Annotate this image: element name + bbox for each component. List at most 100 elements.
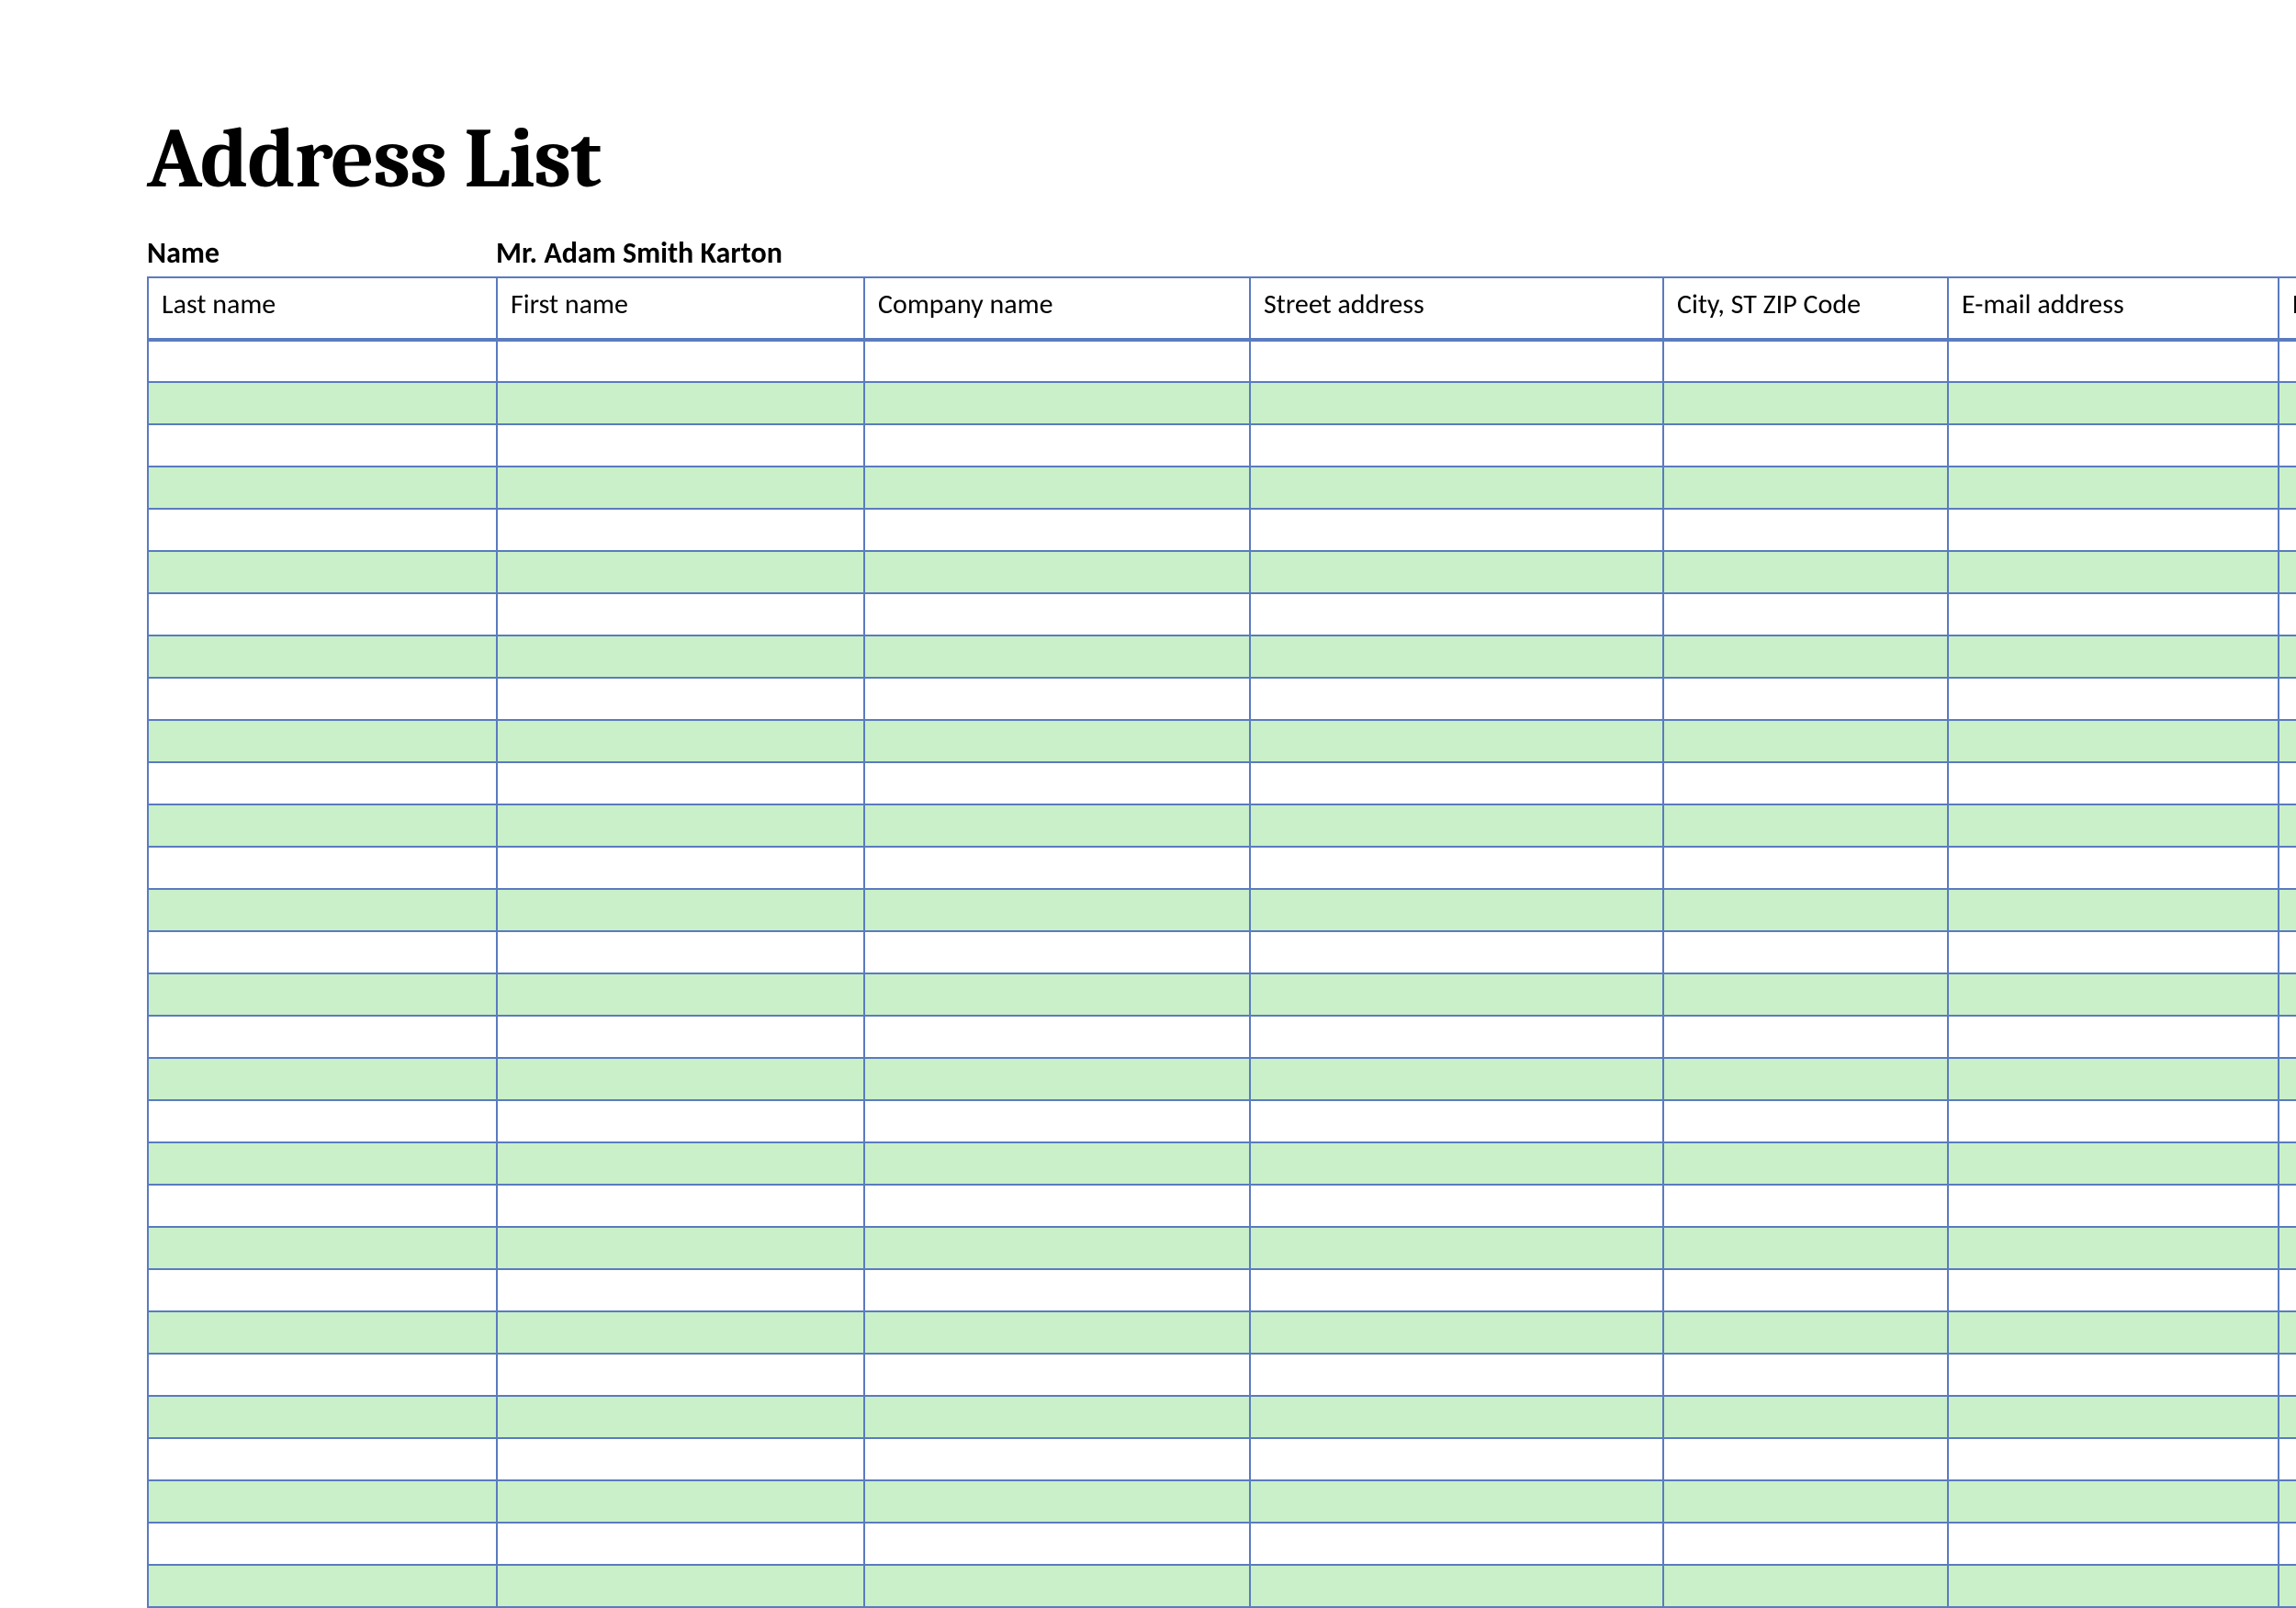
- table-cell[interactable]: [497, 1016, 864, 1058]
- table-cell[interactable]: [1250, 1016, 1663, 1058]
- table-cell[interactable]: [2279, 889, 2296, 931]
- table-cell[interactable]: [864, 1227, 1250, 1269]
- table-cell[interactable]: [864, 1100, 1250, 1142]
- table-cell[interactable]: [1250, 1480, 1663, 1523]
- table-cell[interactable]: [497, 593, 864, 635]
- table-cell[interactable]: [1663, 1058, 1948, 1100]
- table-cell[interactable]: [2279, 931, 2296, 973]
- table-cell[interactable]: [1663, 1565, 1948, 1607]
- table-cell[interactable]: [497, 1523, 864, 1565]
- table-cell[interactable]: [148, 1523, 497, 1565]
- table-cell[interactable]: [864, 1523, 1250, 1565]
- table-cell[interactable]: [1948, 720, 2279, 762]
- table-cell[interactable]: [864, 720, 1250, 762]
- table-cell[interactable]: [2279, 847, 2296, 889]
- table-cell[interactable]: [1663, 593, 1948, 635]
- table-cell[interactable]: [864, 1185, 1250, 1227]
- table-cell[interactable]: [148, 1354, 497, 1396]
- table-cell[interactable]: [148, 382, 497, 424]
- table-cell[interactable]: [1663, 1480, 1948, 1523]
- table-cell[interactable]: [1663, 1269, 1948, 1311]
- table-cell[interactable]: [1948, 1354, 2279, 1396]
- table-cell[interactable]: [497, 804, 864, 847]
- table-cell[interactable]: [148, 424, 497, 467]
- table-cell[interactable]: [864, 1269, 1250, 1311]
- table-cell[interactable]: [497, 1396, 864, 1438]
- table-cell[interactable]: [1250, 1058, 1663, 1100]
- table-cell[interactable]: [1948, 340, 2279, 382]
- table-cell[interactable]: [864, 593, 1250, 635]
- table-cell[interactable]: [1948, 1100, 2279, 1142]
- table-cell[interactable]: [2279, 973, 2296, 1016]
- table-cell[interactable]: [148, 678, 497, 720]
- table-cell[interactable]: [497, 1269, 864, 1311]
- table-cell[interactable]: [497, 1185, 864, 1227]
- table-cell[interactable]: [2279, 340, 2296, 382]
- table-cell[interactable]: [1250, 931, 1663, 973]
- table-cell[interactable]: [864, 635, 1250, 678]
- table-cell[interactable]: [497, 1565, 864, 1607]
- table-cell[interactable]: [148, 1269, 497, 1311]
- table-cell[interactable]: [1663, 1100, 1948, 1142]
- table-cell[interactable]: [2279, 1185, 2296, 1227]
- table-cell[interactable]: [148, 1058, 497, 1100]
- table-cell[interactable]: [2279, 509, 2296, 551]
- table-cell[interactable]: [1948, 1269, 2279, 1311]
- table-cell[interactable]: [497, 424, 864, 467]
- table-cell[interactable]: [1663, 1227, 1948, 1269]
- table-cell[interactable]: [1250, 889, 1663, 931]
- table-cell[interactable]: [497, 635, 864, 678]
- table-cell[interactable]: [497, 551, 864, 593]
- table-cell[interactable]: [148, 1100, 497, 1142]
- table-cell[interactable]: [497, 973, 864, 1016]
- table-cell[interactable]: [497, 509, 864, 551]
- table-cell[interactable]: [497, 931, 864, 973]
- table-cell[interactable]: [1663, 1438, 1948, 1480]
- table-cell[interactable]: [864, 1480, 1250, 1523]
- table-cell[interactable]: [148, 340, 497, 382]
- table-cell[interactable]: [864, 847, 1250, 889]
- table-cell[interactable]: [1948, 1058, 2279, 1100]
- table-cell[interactable]: [148, 551, 497, 593]
- table-cell[interactable]: [1948, 1311, 2279, 1354]
- table-cell[interactable]: [1948, 847, 2279, 889]
- table-cell[interactable]: [148, 467, 497, 509]
- table-cell[interactable]: [2279, 1142, 2296, 1185]
- table-cell[interactable]: [1948, 635, 2279, 678]
- table-cell[interactable]: [497, 1058, 864, 1100]
- table-cell[interactable]: [2279, 1396, 2296, 1438]
- table-cell[interactable]: [2279, 1016, 2296, 1058]
- table-cell[interactable]: [2279, 551, 2296, 593]
- table-cell[interactable]: [864, 804, 1250, 847]
- table-cell[interactable]: [864, 1058, 1250, 1100]
- table-cell[interactable]: [1948, 762, 2279, 804]
- table-cell[interactable]: [2279, 1227, 2296, 1269]
- table-cell[interactable]: [2279, 1058, 2296, 1100]
- table-cell[interactable]: [148, 593, 497, 635]
- table-cell[interactable]: [1663, 1354, 1948, 1396]
- table-cell[interactable]: [2279, 1565, 2296, 1607]
- table-cell[interactable]: [1250, 1142, 1663, 1185]
- table-cell[interactable]: [1250, 551, 1663, 593]
- table-cell[interactable]: [1663, 931, 1948, 973]
- table-cell[interactable]: [1663, 1311, 1948, 1354]
- table-cell[interactable]: [1663, 382, 1948, 424]
- table-cell[interactable]: [1250, 804, 1663, 847]
- table-cell[interactable]: [2279, 1311, 2296, 1354]
- table-cell[interactable]: [1250, 678, 1663, 720]
- table-cell[interactable]: [1663, 467, 1948, 509]
- table-cell[interactable]: [864, 1438, 1250, 1480]
- table-cell[interactable]: [864, 889, 1250, 931]
- table-cell[interactable]: [497, 847, 864, 889]
- table-cell[interactable]: [1948, 509, 2279, 551]
- table-cell[interactable]: [497, 1354, 864, 1396]
- table-cell[interactable]: [148, 889, 497, 931]
- table-cell[interactable]: [1250, 720, 1663, 762]
- table-cell[interactable]: [1250, 424, 1663, 467]
- table-cell[interactable]: [1948, 1396, 2279, 1438]
- table-cell[interactable]: [1948, 1185, 2279, 1227]
- table-cell[interactable]: [1948, 678, 2279, 720]
- table-cell[interactable]: [1663, 973, 1948, 1016]
- table-cell[interactable]: [2279, 635, 2296, 678]
- table-cell[interactable]: [1250, 1396, 1663, 1438]
